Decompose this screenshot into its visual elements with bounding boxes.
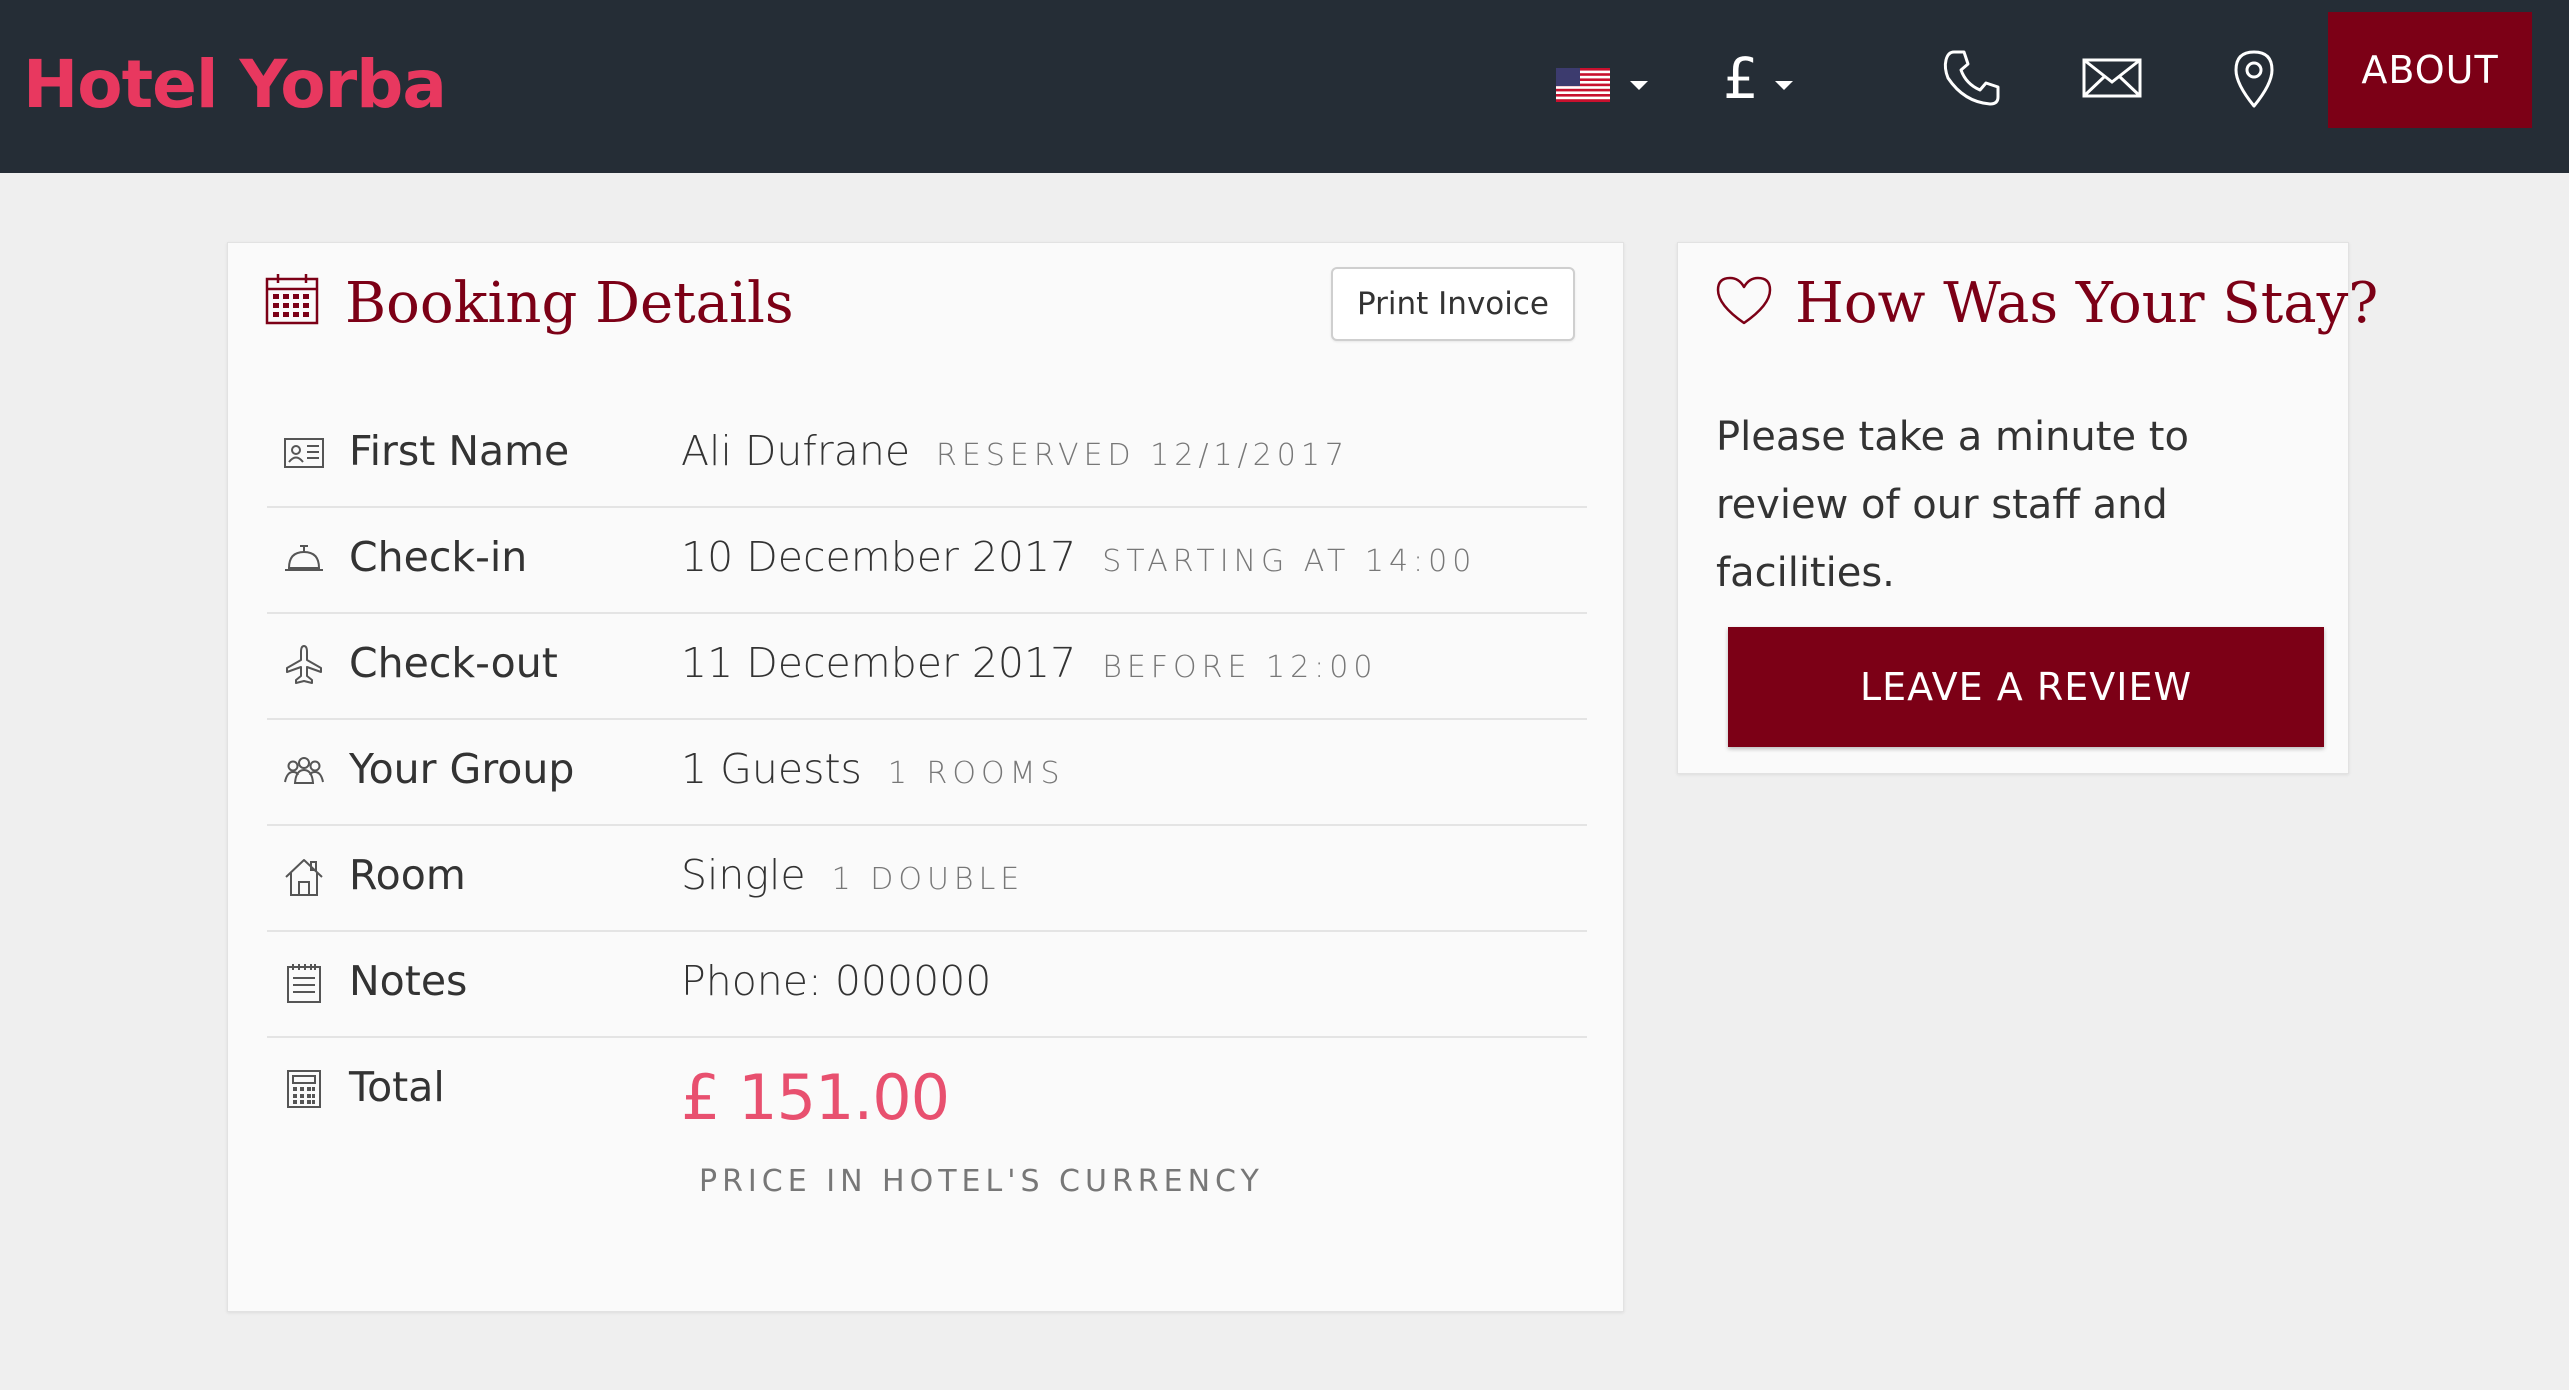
house-icon: [285, 859, 323, 896]
booking-row-room: Room Single 1 DOUBLE: [267, 824, 1587, 932]
calendar-icon: [265, 274, 319, 325]
language-selector[interactable]: [1556, 68, 1610, 102]
booking-details-title: Booking Details: [345, 271, 794, 336]
review-prompt-text: Please take a minute to review of our st…: [1716, 414, 2189, 596]
booking-row-first-name: First Name Ali Dufrane RESERVED 12/1/2017: [267, 400, 1587, 508]
group-icon: [284, 757, 324, 784]
notes-value: Phone: 000000: [681, 957, 992, 1005]
booking-row-check-out: Check-out 11 December 2017 BEFORE 12:00: [267, 612, 1587, 720]
hotel-logo[interactable]: Hotel Yorba: [23, 40, 447, 130]
bed-type: 1 DOUBLE: [831, 862, 1025, 897]
row-label: Notes: [349, 957, 468, 1005]
room-type: Single: [681, 851, 806, 899]
calculator-icon: [287, 1070, 321, 1108]
notepad-icon: [287, 964, 321, 1003]
row-label: Check-out: [349, 639, 558, 687]
check-in-time: STARTING AT 14:00: [1102, 544, 1477, 579]
booking-row-group: Your Group 1 Guests 1 ROOMS: [267, 718, 1587, 826]
airplane-icon: [286, 645, 322, 684]
reserved-date: RESERVED 12/1/2017: [936, 438, 1349, 473]
leave-review-button[interactable]: LEAVE A REVIEW: [1728, 627, 2324, 747]
row-value: Phone: 000000: [681, 950, 991, 1012]
row-label: Check-in: [349, 533, 528, 581]
heart-icon: [1716, 276, 1772, 325]
currency-selector[interactable]: £: [1723, 45, 1759, 115]
row-value: Single 1 DOUBLE: [681, 844, 1024, 911]
about-button[interactable]: ABOUT: [2328, 12, 2532, 128]
row-value: 1 Guests 1 ROOMS: [681, 738, 1065, 805]
total-price: £ 151.00: [681, 1061, 950, 1134]
row-label: Room: [349, 851, 466, 899]
booking-row-check-in: Check-in 10 December 2017 STARTING AT 14:…: [267, 506, 1587, 614]
service-bell-icon: [285, 545, 323, 571]
check-out-time: BEFORE 12:00: [1102, 650, 1378, 685]
first-name-value: Ali Dufrane: [681, 427, 911, 475]
row-value: Ali Dufrane RESERVED 12/1/2017: [681, 420, 1349, 487]
check-out-date: 11 December 2017: [681, 639, 1077, 687]
phone-icon[interactable]: [1940, 46, 2004, 110]
currency-dropdown-caret[interactable]: [1775, 81, 1793, 90]
currency-note: PRICE IN HOTEL'S CURRENCY: [699, 1164, 1264, 1199]
row-value: 10 December 2017 STARTING AT 14:00: [681, 526, 1476, 593]
booking-row-total: Total £ 151.00 PRICE IN HOTEL'S CURRENCY: [267, 1036, 1587, 1236]
review-title: How Was Your Stay?: [1795, 271, 2379, 336]
row-label: Total: [349, 1063, 445, 1111]
row-label: Your Group: [349, 745, 575, 793]
booking-row-notes: Notes Phone: 000000: [267, 930, 1587, 1038]
location-pin-icon[interactable]: [2222, 46, 2286, 110]
room-count: 1 ROOMS: [887, 756, 1065, 791]
print-invoice-button[interactable]: Print Invoice: [1331, 267, 1575, 341]
language-dropdown-caret[interactable]: [1630, 81, 1648, 90]
check-in-date: 10 December 2017: [681, 533, 1077, 581]
us-flag-icon: [1556, 68, 1610, 102]
guest-count: 1 Guests: [681, 745, 862, 793]
mail-icon[interactable]: [2080, 46, 2144, 110]
top-navbar: Hotel Yorba £ ABOUT: [0, 0, 2569, 173]
id-card-icon: [284, 438, 324, 468]
row-value: 11 December 2017 BEFORE 12:00: [681, 632, 1377, 699]
row-label: First Name: [349, 427, 570, 475]
review-card: How Was Your Stay? Please take a minute …: [1677, 242, 2378, 774]
